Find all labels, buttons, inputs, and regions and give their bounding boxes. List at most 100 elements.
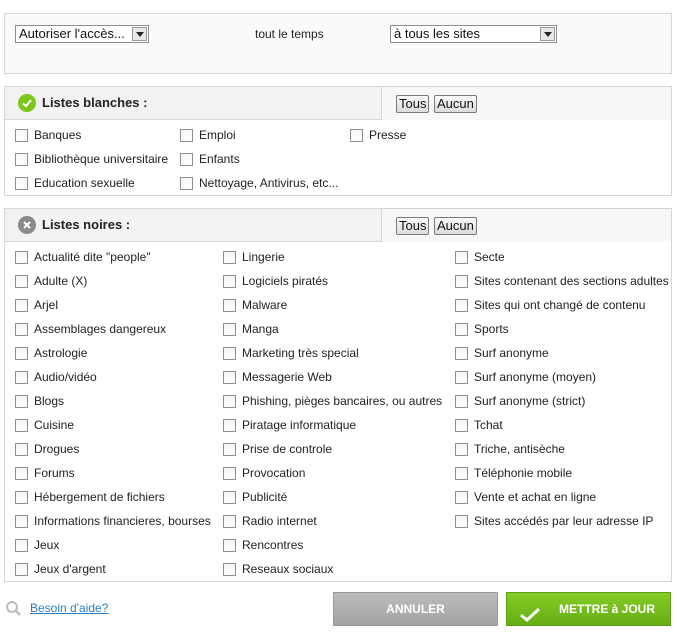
checkbox[interactable]	[223, 250, 236, 264]
update-button[interactable]: METTRE à JOUR	[506, 592, 671, 626]
category-checkbox-item[interactable]: Arjel	[15, 297, 58, 313]
checkbox[interactable]	[15, 346, 28, 360]
checkbox[interactable]	[223, 514, 236, 528]
checkbox[interactable]	[15, 274, 28, 288]
blacklists-all-button[interactable]: Tous	[396, 217, 430, 235]
checkbox[interactable]	[223, 466, 236, 480]
checkbox[interactable]	[15, 176, 28, 190]
category-checkbox-item[interactable]: Manga	[223, 321, 279, 337]
checkbox[interactable]	[223, 490, 236, 504]
category-checkbox-item[interactable]: Sites contenant des sections adultes	[455, 273, 669, 289]
dropdown-arrow-icon[interactable]	[132, 27, 147, 41]
category-checkbox-item[interactable]: Presse	[350, 127, 406, 143]
checkbox[interactable]	[15, 538, 28, 552]
category-checkbox-item[interactable]: Provocation	[223, 465, 305, 481]
checkbox[interactable]	[455, 322, 468, 336]
category-checkbox-item[interactable]: Reseaux sociaux	[223, 561, 333, 577]
category-checkbox-item[interactable]: Cuisine	[15, 417, 74, 433]
category-checkbox-item[interactable]: Assemblages dangereux	[15, 321, 166, 337]
checkbox[interactable]	[455, 274, 468, 288]
blacklists-none-button[interactable]: Aucun	[434, 217, 477, 235]
category-checkbox-item[interactable]: Jeux d'argent	[15, 561, 106, 577]
checkbox[interactable]	[15, 466, 28, 480]
checkbox[interactable]	[180, 176, 193, 190]
category-checkbox-item[interactable]: Sites accédés par leur adresse IP	[455, 513, 653, 529]
category-checkbox-item[interactable]: Rencontres	[223, 537, 303, 553]
category-checkbox-item[interactable]: Sites qui ont changé de contenu	[455, 297, 645, 313]
category-checkbox-item[interactable]: Marketing très special	[223, 345, 359, 361]
category-checkbox-item[interactable]: Bibliothèque universitaire	[15, 151, 168, 167]
checkbox[interactable]	[15, 562, 28, 576]
checkbox[interactable]	[455, 418, 468, 432]
category-checkbox-item[interactable]: Actualité dite "people"	[15, 249, 151, 265]
category-checkbox-item[interactable]: Informations financieres, bourses	[15, 513, 211, 529]
category-checkbox-item[interactable]: Adulte (X)	[15, 273, 87, 289]
checkbox[interactable]	[15, 418, 28, 432]
category-checkbox-item[interactable]: Nettoyage, Antivirus, etc...	[180, 175, 338, 191]
checkbox[interactable]	[223, 538, 236, 552]
checkbox[interactable]	[455, 394, 468, 408]
category-checkbox-item[interactable]: Lingerie	[223, 249, 285, 265]
category-checkbox-item[interactable]: Surf anonyme	[455, 345, 549, 361]
category-checkbox-item[interactable]: Secte	[455, 249, 505, 265]
category-checkbox-item[interactable]: Malware	[223, 297, 287, 313]
whitelists-none-button[interactable]: Aucun	[434, 95, 477, 113]
category-checkbox-item[interactable]: Piratage informatique	[223, 417, 356, 433]
category-checkbox-item[interactable]: Banques	[15, 127, 81, 143]
checkbox[interactable]	[15, 514, 28, 528]
checkbox[interactable]	[223, 370, 236, 384]
checkbox[interactable]	[223, 394, 236, 408]
category-checkbox-item[interactable]: Phishing, pièges bancaires, ou autres	[223, 393, 442, 409]
category-checkbox-item[interactable]: Blogs	[15, 393, 64, 409]
checkbox[interactable]	[455, 442, 468, 456]
checkbox[interactable]	[15, 128, 28, 142]
sites-select[interactable]: à tous les sites	[390, 25, 557, 43]
help-link[interactable]: Besoin d'aide?	[30, 601, 108, 615]
category-checkbox-item[interactable]: Téléphonie mobile	[455, 465, 572, 481]
checkbox[interactable]	[15, 152, 28, 166]
category-checkbox-item[interactable]: Drogues	[15, 441, 79, 457]
checkbox[interactable]	[223, 322, 236, 336]
category-checkbox-item[interactable]: Radio internet	[223, 513, 317, 529]
checkbox[interactable]	[15, 250, 28, 264]
category-checkbox-item[interactable]: Audio/vidéo	[15, 369, 97, 385]
checkbox[interactable]	[223, 298, 236, 312]
category-checkbox-item[interactable]: Surf anonyme (strict)	[455, 393, 585, 409]
category-checkbox-item[interactable]: Astrologie	[15, 345, 87, 361]
category-checkbox-item[interactable]: Triche, antisèche	[455, 441, 565, 457]
checkbox[interactable]	[15, 298, 28, 312]
checkbox[interactable]	[223, 274, 236, 288]
category-checkbox-item[interactable]: Emploi	[180, 127, 236, 143]
whitelists-all-button[interactable]: Tous	[396, 95, 430, 113]
checkbox[interactable]	[455, 298, 468, 312]
checkbox[interactable]	[223, 562, 236, 576]
category-checkbox-item[interactable]: Prise de controle	[223, 441, 332, 457]
checkbox[interactable]	[223, 442, 236, 456]
checkbox[interactable]	[15, 442, 28, 456]
checkbox[interactable]	[15, 394, 28, 408]
checkbox[interactable]	[455, 514, 468, 528]
category-checkbox-item[interactable]: Publicité	[223, 489, 287, 505]
category-checkbox-item[interactable]: Logiciels piratés	[223, 273, 328, 289]
cancel-button[interactable]: ANNULER	[333, 592, 498, 626]
checkbox[interactable]	[350, 128, 363, 142]
checkbox[interactable]	[455, 466, 468, 480]
checkbox[interactable]	[223, 418, 236, 432]
checkbox[interactable]	[455, 370, 468, 384]
access-select[interactable]: Autoriser l'accès...	[15, 25, 149, 43]
checkbox[interactable]	[455, 490, 468, 504]
category-checkbox-item[interactable]: Messagerie Web	[223, 369, 332, 385]
category-checkbox-item[interactable]: Tchat	[455, 417, 503, 433]
checkbox[interactable]	[15, 490, 28, 504]
dropdown-arrow-icon[interactable]	[540, 27, 555, 41]
category-checkbox-item[interactable]: Vente et achat en ligne	[455, 489, 596, 505]
category-checkbox-item[interactable]: Sports	[455, 321, 509, 337]
category-checkbox-item[interactable]: Jeux	[15, 537, 59, 553]
category-checkbox-item[interactable]: Hébergement de fichiers	[15, 489, 165, 505]
checkbox[interactable]	[15, 370, 28, 384]
checkbox[interactable]	[455, 346, 468, 360]
checkbox[interactable]	[455, 250, 468, 264]
checkbox[interactable]	[180, 152, 193, 166]
category-checkbox-item[interactable]: Surf anonyme (moyen)	[455, 369, 596, 385]
category-checkbox-item[interactable]: Education sexuelle	[15, 175, 135, 191]
